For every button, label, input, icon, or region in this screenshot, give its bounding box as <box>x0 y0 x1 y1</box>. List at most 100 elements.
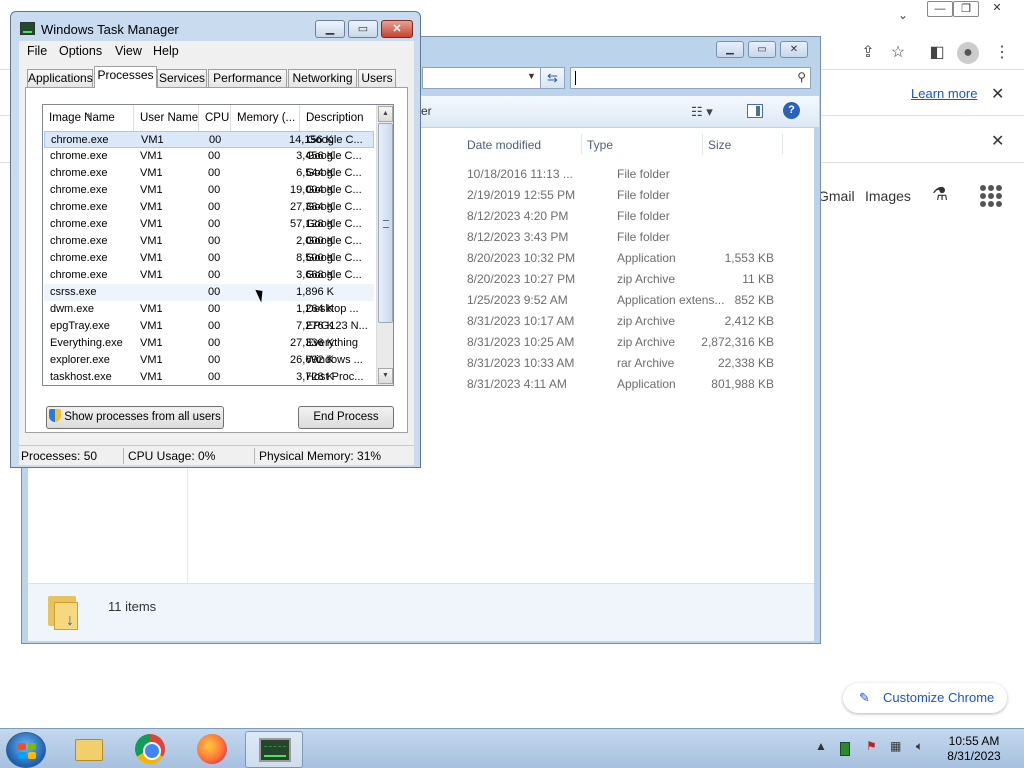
file-size: 2,412 KB <box>724 314 774 328</box>
volume-muted-icon[interactable]: 🔈︎ <box>916 739 923 754</box>
taskbar-explorer-button[interactable] <box>60 731 118 768</box>
action-center-icon[interactable]: ⚑ <box>866 739 877 753</box>
refresh-icon[interactable]: ⇆ <box>540 67 565 89</box>
chrome-close-button[interactable]: ✕ <box>984 1 1010 17</box>
chrome-menu-icon[interactable]: ⋮ <box>991 42 1013 64</box>
tab-services[interactable]: Services <box>157 69 207 87</box>
process-row[interactable]: chrome.exe VM1 00 57,128 K Google C... <box>44 216 374 233</box>
chrome-restore-button[interactable]: ❐ <box>953 1 979 17</box>
process-row[interactable]: Everything.exe VM1 00 27,336 K Everything <box>44 335 374 352</box>
tab-processes[interactable]: Processes <box>94 66 157 88</box>
column-image-name[interactable]: ▲ Image Name <box>43 105 134 131</box>
taskbar-firefox-button[interactable] <box>183 731 241 768</box>
menu-view[interactable]: View <box>115 44 142 58</box>
tab-applications[interactable]: Applications <box>27 69 93 87</box>
help-icon[interactable]: ? <box>783 102 800 119</box>
process-desc: Google C... <box>306 218 362 230</box>
battery-icon[interactable] <box>840 742 850 756</box>
preview-pane-icon[interactable] <box>747 104 763 118</box>
process-list-scrollbar[interactable]: ▲ ▼ <box>376 105 393 385</box>
column-description[interactable]: Description <box>300 105 376 131</box>
start-button[interactable] <box>6 732 46 768</box>
process-row[interactable]: chrome.exe VM1 00 3,456 K Google C... <box>44 148 374 165</box>
tab-performance[interactable]: Performance <box>208 69 287 87</box>
column-date-modified[interactable]: Date modified <box>467 138 541 152</box>
explorer-search-input[interactable]: ⚲ <box>570 67 811 89</box>
menu-options[interactable]: Options <box>59 44 102 58</box>
process-row[interactable]: chrome.exe VM1 00 2,000 K Google C... <box>44 233 374 250</box>
infobar-close-icon-2[interactable]: ✕ <box>991 131 1004 151</box>
column-cpu[interactable]: CPU <box>199 105 231 131</box>
column-memory[interactable]: Memory (... <box>231 105 300 131</box>
google-apps-icon[interactable] <box>980 185 1002 207</box>
process-name: chrome.exe <box>50 269 108 281</box>
tab-users[interactable]: Users <box>358 69 396 87</box>
network-icon[interactable]: ▦ <box>890 739 901 753</box>
scroll-down-icon[interactable]: ▼ <box>378 368 393 384</box>
process-row[interactable]: chrome.exe VM1 00 8,500 K Google C... <box>44 250 374 267</box>
folder-icon <box>75 739 103 761</box>
process-row[interactable]: chrome.exe VM1 00 6,544 K Google C... <box>44 165 374 182</box>
end-process-button[interactable]: End Process <box>298 406 394 429</box>
process-user: VM1 <box>140 218 163 230</box>
taskbar-task-manager-button[interactable] <box>245 731 303 768</box>
labs-flask-icon[interactable]: ⚗ <box>932 184 948 205</box>
scroll-up-icon[interactable]: ▲ <box>378 106 393 122</box>
task-manager-body: Applications Processes Services Performa… <box>19 61 414 445</box>
menu-file[interactable]: File <box>27 44 47 58</box>
command-bar-partial-label[interactable]: er <box>421 104 432 118</box>
change-view-icon[interactable]: ☷ ▾ <box>691 104 713 120</box>
process-user: VM1 <box>140 235 163 247</box>
system-clock[interactable]: 10:55 AM 8/31/2023 <box>944 734 1004 764</box>
process-row[interactable]: dwm.exe VM1 00 1,264 K Desktop ... <box>44 301 374 318</box>
process-cpu: 00 <box>208 218 221 230</box>
chrome-icon <box>135 734 165 764</box>
process-desc: Windows ... <box>306 354 363 366</box>
customize-chrome-button[interactable]: ✎ Customize Chrome <box>843 683 1007 713</box>
column-user-name[interactable]: User Name <box>134 105 199 131</box>
process-row[interactable]: chrome.exe VM1 00 19,004 K Google C... <box>44 182 374 199</box>
bookmark-star-icon[interactable]: ☆ <box>887 42 909 64</box>
process-row[interactable]: chrome.exe VM1 00 14,156 K Google C... <box>44 131 374 148</box>
images-link[interactable]: Images <box>865 188 911 204</box>
share-icon[interactable]: ⇪ <box>857 42 879 64</box>
process-desc: Google C... <box>306 269 362 281</box>
explorer-minimize-button[interactable]: ▁ <box>716 41 744 58</box>
minimize-button[interactable]: ▁ <box>315 20 345 38</box>
search-icon[interactable]: ⚲ <box>797 70 806 84</box>
process-list[interactable]: ▲ Image Name User Name CPU Memory (... D… <box>42 104 394 386</box>
learn-more-link[interactable]: Learn more <box>911 86 977 101</box>
file-date: 2/19/2019 12:55 PM <box>467 188 576 202</box>
process-desc: Desktop ... <box>306 303 359 315</box>
maximize-button[interactable]: ▭ <box>348 20 378 38</box>
process-row[interactable]: taskhost.exe VM1 00 3,728 K Host Proc... <box>44 369 374 385</box>
side-panel-icon[interactable]: ◧ <box>926 42 948 64</box>
process-row[interactable]: chrome.exe VM1 00 3,668 K Google C... <box>44 267 374 284</box>
column-type[interactable]: Type <box>587 138 613 152</box>
explorer-maximize-button[interactable]: ▭ <box>748 41 776 58</box>
tab-networking[interactable]: Networking <box>288 69 357 87</box>
process-row[interactable]: csrss.exe 00 1,896 K <box>44 284 374 301</box>
process-name: csrss.exe <box>50 286 97 298</box>
file-size: 801,988 KB <box>711 377 774 391</box>
process-name: chrome.exe <box>50 201 108 213</box>
address-dropdown-icon[interactable]: ▼ <box>527 71 536 81</box>
process-row[interactable]: chrome.exe VM1 00 27,384 K Google C... <box>44 199 374 216</box>
profile-avatar-icon[interactable]: ● <box>957 42 979 64</box>
infobar-close-icon[interactable]: ✕ <box>991 84 1004 104</box>
show-hidden-icons-icon[interactable]: ▲ <box>815 739 827 753</box>
menu-help[interactable]: Help <box>153 44 179 58</box>
gmail-link[interactable]: Gmail <box>818 188 855 204</box>
chrome-minimize-button[interactable]: — <box>927 1 953 17</box>
show-all-processes-button[interactable]: Show processes from all users <box>46 406 224 429</box>
scrollbar-thumb[interactable] <box>378 123 393 323</box>
process-row[interactable]: epgTray.exe VM1 00 7,276 K EPG123 N... <box>44 318 374 335</box>
close-button[interactable]: ✕ <box>381 20 413 38</box>
explorer-close-button[interactable]: ✕ <box>780 41 808 58</box>
firefox-icon <box>197 734 227 764</box>
file-type: File folder <box>617 167 670 181</box>
tab-search-chevron-icon[interactable]: ⌄ <box>898 8 908 22</box>
taskbar-chrome-button[interactable] <box>121 731 179 768</box>
process-row[interactable]: explorer.exe VM1 00 26,692 K Windows ... <box>44 352 374 369</box>
column-size[interactable]: Size <box>708 138 731 152</box>
